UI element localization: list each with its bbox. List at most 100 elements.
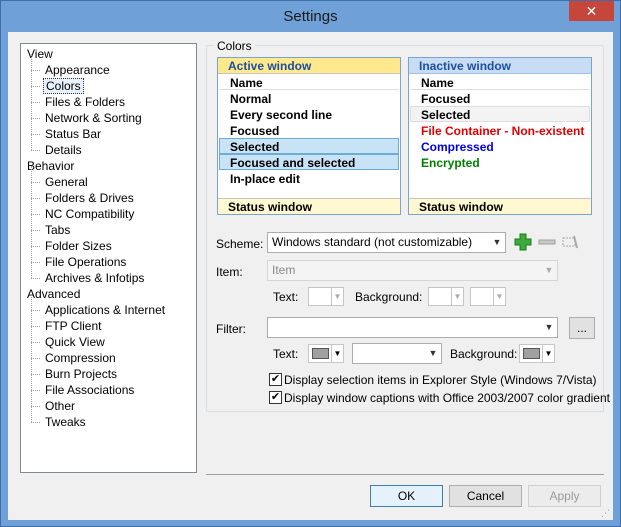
inactive-preview-row[interactable]: Name bbox=[410, 74, 590, 90]
tree-item-label: General bbox=[45, 175, 88, 189]
explorer-style-label[interactable]: Display selection items in Explorer Styl… bbox=[284, 373, 597, 387]
resize-grip-icon[interactable]: ⋰ bbox=[601, 508, 611, 518]
tree-item[interactable]: FTP Client bbox=[21, 310, 196, 334]
inactive-preview-row[interactable]: Encrypted bbox=[410, 154, 590, 170]
filter-style-combo[interactable]: ▼ bbox=[352, 343, 442, 364]
chevron-down-icon: ▼ bbox=[492, 237, 502, 247]
cancel-button[interactable]: Cancel bbox=[449, 485, 522, 507]
tree-item[interactable]: Network & Sorting bbox=[21, 102, 196, 126]
filter-background-color-picker[interactable]: ▼ bbox=[519, 344, 555, 363]
chevron-down-icon: ▼ bbox=[493, 288, 505, 305]
inactive-preview-row[interactable]: File Container - Non-existent bbox=[410, 122, 590, 138]
tree-item-label: View bbox=[27, 47, 53, 61]
scheme-value: Windows standard (not customizable) bbox=[272, 235, 473, 249]
settings-tree[interactable]: View Appearance Colors Files & Folders Netwo… bbox=[20, 43, 197, 473]
filter-label: Filter: bbox=[216, 322, 246, 336]
tree-item-label: Compression bbox=[45, 351, 116, 365]
chevron-down-icon: ▼ bbox=[542, 345, 554, 362]
filter-text-color-picker[interactable]: ▼ bbox=[308, 344, 344, 363]
background-color-picker-2[interactable]: ▼ bbox=[470, 287, 506, 306]
tree-item[interactable]: File Operations bbox=[21, 246, 196, 270]
active-window-preview[interactable]: Active window Name Normal Every second lin… bbox=[217, 57, 401, 215]
tree-item-label: Folders & Drives bbox=[45, 191, 134, 205]
tree-item[interactable]: NC Compatibility bbox=[21, 198, 196, 222]
tree-item[interactable]: Tweaks bbox=[21, 406, 196, 430]
edit-scheme-icon[interactable] bbox=[561, 233, 579, 251]
chevron-down-icon: ▼ bbox=[544, 265, 554, 275]
close-button[interactable]: ✕ bbox=[569, 1, 614, 21]
add-scheme-icon[interactable] bbox=[514, 233, 532, 251]
inactive-preview-row[interactable]: Compressed bbox=[410, 138, 590, 154]
footer-separator bbox=[206, 474, 604, 475]
tree-item[interactable]: Details bbox=[21, 134, 196, 158]
color-swatch bbox=[312, 348, 329, 359]
chevron-down-icon: ▼ bbox=[428, 348, 438, 358]
text-color-picker[interactable]: ▼ bbox=[308, 287, 344, 306]
apply-button[interactable]: Apply bbox=[528, 485, 601, 507]
tree-item[interactable]: Burn Projects bbox=[21, 358, 196, 382]
tree-item[interactable]: View bbox=[21, 46, 196, 62]
settings-window: Settings ✕ View Appearance Colors Files & F… bbox=[0, 0, 621, 527]
active-preview-row[interactable]: Focused bbox=[219, 122, 399, 138]
filter-combo[interactable]: ▼ bbox=[267, 317, 558, 338]
tree-item[interactable]: General bbox=[21, 166, 196, 190]
active-preview-row[interactable]: Name bbox=[219, 74, 399, 90]
colors-group-title: Colors bbox=[214, 39, 255, 53]
tree-item[interactable]: Behavior bbox=[21, 158, 196, 174]
active-status-window[interactable]: Status window bbox=[218, 198, 400, 214]
inactive-preview-row[interactable]: Selected bbox=[410, 106, 590, 122]
inactive-preview-row[interactable]: Focused bbox=[410, 90, 590, 106]
tree-item[interactable]: Advanced bbox=[21, 286, 196, 302]
active-preview-row[interactable]: Selected bbox=[219, 138, 399, 154]
inactive-status-window[interactable]: Status window bbox=[409, 198, 591, 214]
active-preview-row[interactable]: In-place edit bbox=[219, 170, 399, 186]
office-gradient-checkbox[interactable]: ✔ bbox=[269, 391, 282, 404]
tree-item[interactable]: File Associations bbox=[21, 374, 196, 398]
tree-item[interactable]: Quick View bbox=[21, 326, 196, 350]
scheme-combo[interactable]: Windows standard (not customizable) ▼ bbox=[267, 232, 506, 253]
tree-item-label: Advanced bbox=[27, 287, 81, 301]
filter-text-color-label: Text: bbox=[273, 347, 299, 361]
active-preview-row[interactable]: Normal bbox=[219, 90, 399, 106]
ok-button[interactable]: OK bbox=[370, 485, 443, 507]
item-combo[interactable]: Item ▼ bbox=[267, 260, 558, 281]
tree-item-label: Behavior bbox=[27, 159, 75, 173]
tree-item[interactable]: Compression bbox=[21, 342, 196, 366]
active-preview-row[interactable]: Every second line bbox=[219, 106, 399, 122]
tree-item[interactable]: Appearance bbox=[21, 54, 196, 78]
active-preview-row[interactable]: Focused and selected bbox=[219, 154, 399, 170]
filter-browse-button[interactable]: ... bbox=[569, 317, 595, 339]
tree-item[interactable]: Colors bbox=[21, 70, 196, 94]
explorer-style-checkbox[interactable]: ✔ bbox=[269, 373, 282, 386]
tree-item-label: Files & Folders bbox=[45, 95, 126, 109]
tree-item[interactable]: Folder Sizes bbox=[21, 230, 196, 254]
tree-item[interactable]: Status Bar bbox=[21, 118, 196, 142]
background-color-picker[interactable]: ▼ bbox=[428, 287, 464, 306]
text-color-label: Text: bbox=[273, 290, 299, 304]
tree-item-label: Archives & Infotips bbox=[45, 271, 145, 285]
tree-item[interactable]: Tabs bbox=[21, 214, 196, 238]
chevron-down-icon: ▼ bbox=[331, 345, 343, 362]
remove-scheme-icon[interactable] bbox=[538, 233, 556, 251]
chevron-down-icon: ▼ bbox=[451, 288, 463, 305]
tree-item[interactable]: Applications & Internet bbox=[21, 294, 196, 318]
title-bar: Settings ✕ bbox=[1, 1, 620, 32]
tree-item-label: Tabs bbox=[45, 223, 71, 237]
tree-item-label: Burn Projects bbox=[45, 367, 118, 381]
tree-item[interactable]: Other bbox=[21, 390, 196, 414]
tree-item-label: NC Compatibility bbox=[45, 207, 135, 221]
tree-item-label: Folder Sizes bbox=[45, 239, 112, 253]
scheme-label: Scheme: bbox=[216, 237, 264, 251]
tree-item[interactable]: Files & Folders bbox=[21, 86, 196, 110]
tree-item[interactable]: Folders & Drives bbox=[21, 182, 196, 206]
tree-item-label: Network & Sorting bbox=[45, 111, 142, 125]
tree-item-label: Colors bbox=[43, 78, 84, 94]
tree-item-label: File Associations bbox=[45, 383, 135, 397]
background-color-label: Background: bbox=[355, 290, 423, 304]
office-gradient-label[interactable]: Display window captions with Office 2003… bbox=[284, 391, 610, 405]
tree-item-label: Tweaks bbox=[45, 415, 86, 429]
tree-item[interactable]: Archives & Infotips bbox=[21, 262, 196, 286]
inactive-window-preview[interactable]: Inactive window Name Focused Selected File … bbox=[408, 57, 592, 215]
tree-item-label: Applications & Internet bbox=[45, 303, 166, 317]
item-label: Item: bbox=[216, 265, 243, 279]
